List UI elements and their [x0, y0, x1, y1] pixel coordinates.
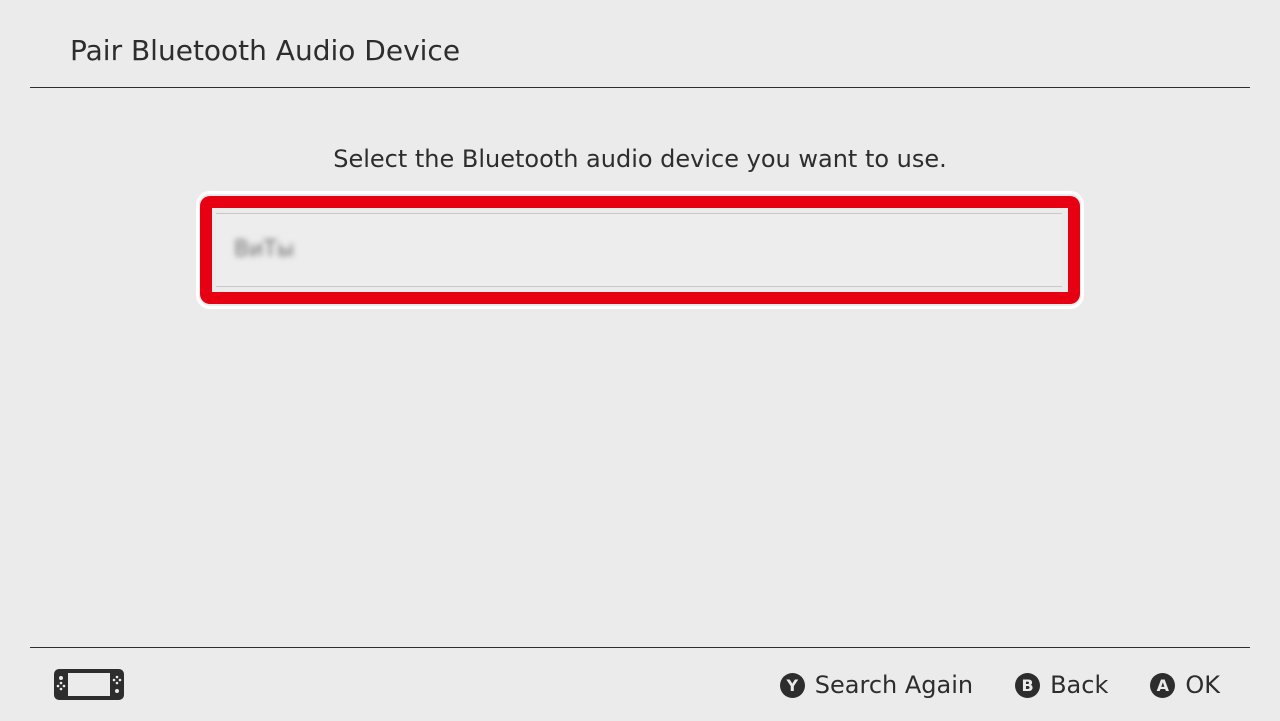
b-button-icon: B	[1015, 672, 1041, 698]
device-name: ВиТы	[234, 237, 295, 262]
handheld-console-icon	[54, 669, 124, 700]
back-button[interactable]: B Back	[1015, 669, 1108, 701]
device-list-item[interactable]: ВиТы	[216, 213, 1062, 287]
search-again-button[interactable]: Y Search Again	[779, 669, 974, 701]
a-button-icon: A	[1150, 672, 1176, 698]
search-again-label: Search Again	[814, 671, 974, 699]
footer: Y Search Again B Back A OK	[30, 647, 1250, 721]
back-label: Back	[1050, 671, 1109, 699]
device-list: ВиТы	[196, 191, 1084, 309]
y-button-icon: Y	[779, 672, 805, 698]
ok-button[interactable]: A OK	[1150, 669, 1220, 701]
instruction-text: Select the Bluetooth audio device you wa…	[333, 145, 947, 173]
ok-label: OK	[1185, 671, 1220, 699]
footer-actions: Y Search Again B Back A OK	[779, 668, 1220, 702]
page-title: Pair Bluetooth Audio Device	[70, 34, 461, 67]
header: Pair Bluetooth Audio Device	[30, 0, 1250, 88]
